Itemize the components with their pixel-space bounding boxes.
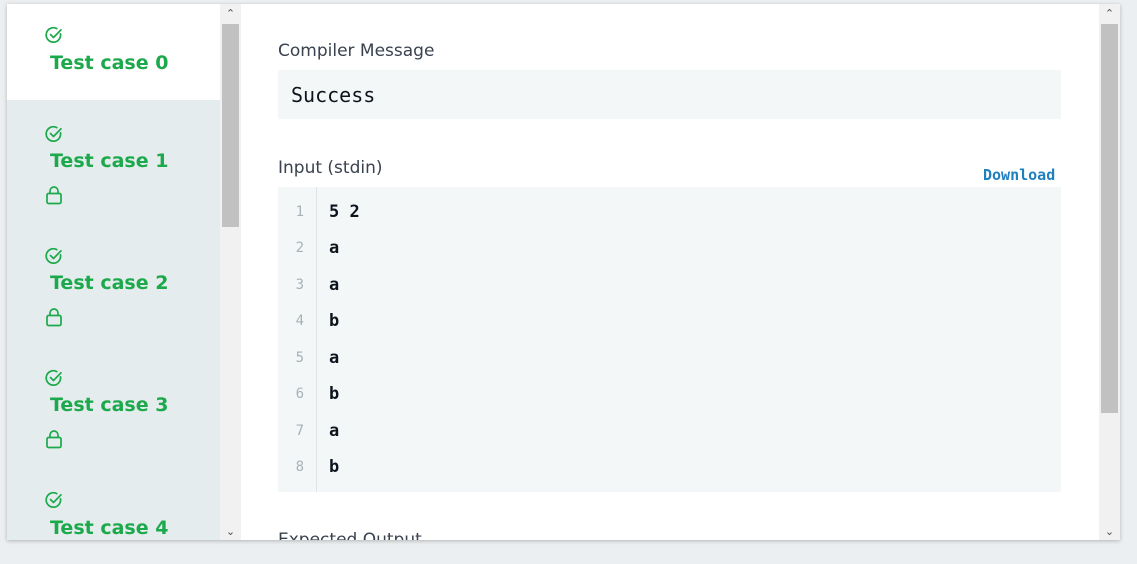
test-case-sidebar: Test case 0 Test case 1 Test case 2 Test… — [7, 4, 220, 540]
line-number: 4 — [295, 313, 304, 329]
test-case-1-tab[interactable]: Test case 1 — [7, 100, 220, 222]
test-case-4-tab[interactable]: Test case 4 — [7, 466, 220, 540]
main-scrollbar[interactable]: ⌃ ⌄ — [1099, 4, 1120, 540]
check-circle-icon — [45, 247, 62, 264]
test-case-label: Test case 0 — [50, 52, 169, 74]
line-number: 7 — [295, 423, 304, 439]
scroll-down-arrow-icon[interactable]: ⌄ — [220, 522, 241, 540]
code-line: b — [329, 384, 340, 404]
check-circle-icon — [45, 26, 62, 43]
lock-icon — [46, 308, 62, 327]
code-line: a — [329, 238, 340, 258]
line-number: 1 — [295, 204, 304, 220]
scrollbar-thumb[interactable] — [1101, 24, 1118, 413]
test-case-label: Test case 3 — [50, 394, 169, 416]
test-case-detail: Compiler Message Success Input (stdin) D… — [241, 4, 1099, 540]
line-number: 5 — [295, 350, 304, 366]
scroll-up-arrow-icon[interactable]: ⌃ — [220, 4, 241, 22]
check-circle-icon — [45, 125, 62, 142]
input-title: Input (stdin) — [278, 158, 383, 178]
line-number: 3 — [295, 277, 304, 293]
compiler-message-title: Compiler Message — [278, 41, 435, 61]
compiler-message-text: Success — [291, 83, 376, 107]
line-number: 2 — [295, 240, 304, 256]
expected-output-title: Expected Output — [278, 530, 422, 540]
test-case-0-tab[interactable]: Test case 0 — [7, 4, 220, 100]
code-line: b — [329, 457, 340, 477]
scroll-down-arrow-icon[interactable]: ⌄ — [1099, 522, 1120, 540]
scrollbar-thumb[interactable] — [222, 24, 239, 227]
test-results-panel: Test case 0 Test case 1 Test case 2 Test… — [7, 4, 1120, 540]
code-line: a — [329, 348, 340, 368]
test-case-label: Test case 2 — [50, 272, 169, 294]
lock-icon — [46, 186, 62, 205]
test-case-label: Test case 1 — [50, 150, 169, 172]
scroll-up-arrow-icon[interactable]: ⌃ — [1099, 4, 1120, 22]
compiler-message-box: Success — [278, 70, 1061, 119]
line-number: 8 — [295, 459, 304, 475]
test-case-2-tab[interactable]: Test case 2 — [7, 222, 220, 344]
download-link[interactable]: Download — [983, 166, 1055, 184]
code-line: a — [329, 275, 340, 295]
code-line: 5 2 — [329, 202, 360, 222]
code-line: b — [329, 311, 340, 331]
check-circle-icon — [45, 369, 62, 386]
check-circle-icon — [45, 491, 62, 508]
test-case-label: Test case 4 — [50, 517, 169, 539]
code-line: a — [329, 421, 340, 441]
input-code-block: 1 2 3 4 5 6 7 8 5 2 a a b a b a b — [278, 187, 1061, 492]
line-number: 6 — [295, 386, 304, 402]
sidebar-scrollbar[interactable]: ⌃ ⌄ — [220, 4, 241, 540]
test-case-3-tab[interactable]: Test case 3 — [7, 344, 220, 466]
line-number-gutter: 1 2 3 4 5 6 7 8 — [278, 187, 317, 492]
lock-icon — [46, 430, 62, 449]
